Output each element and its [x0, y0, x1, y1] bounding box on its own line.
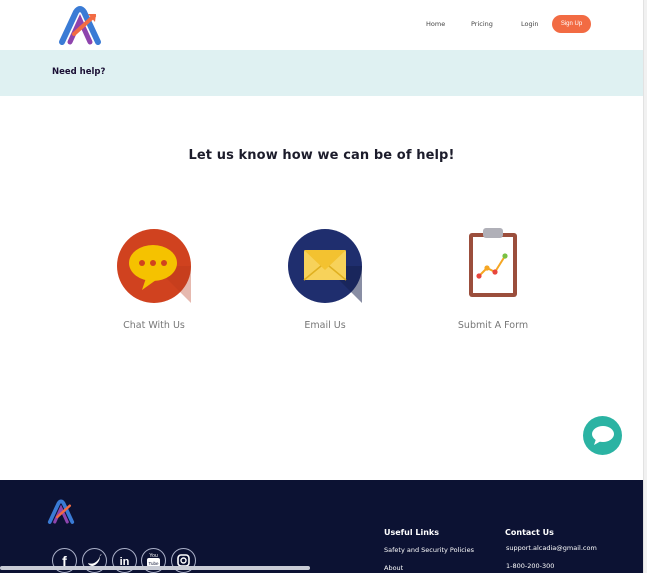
email-us-option[interactable]: Email Us — [255, 228, 395, 331]
nav-pricing-link[interactable]: Pricing — [471, 15, 493, 33]
chat-with-us-label: Chat With Us — [123, 320, 185, 331]
chat-icon — [592, 426, 614, 445]
brand-logo[interactable] — [56, 4, 104, 48]
chat-launcher-button[interactable] — [583, 416, 622, 455]
top-header: Home Pricing Login Sign Up — [0, 0, 643, 50]
contact-email[interactable]: support.alcadia@gmail.com — [506, 544, 597, 552]
svg-text:You: You — [149, 553, 158, 559]
submit-form-option[interactable]: Submit A Form — [423, 228, 563, 331]
help-banner-title: Need help? — [52, 67, 106, 77]
site-footer: f in You Tube Useful Links Safety and Sec… — [0, 480, 643, 573]
chat-bubble-icon — [117, 229, 191, 303]
page: Home Pricing Login Sign Up Need help? Le… — [0, 0, 643, 573]
useful-links-heading: Useful Links — [384, 528, 440, 537]
vertical-scrollbar[interactable] — [643, 0, 647, 573]
submit-form-label: Submit A Form — [457, 320, 529, 331]
signup-button[interactable]: Sign Up — [552, 15, 591, 33]
horizontal-scrollbar[interactable] — [0, 566, 310, 570]
nav-home-link[interactable]: Home — [426, 15, 445, 33]
contact-phone[interactable]: 1-800-200-300 — [506, 562, 554, 570]
safety-policies-link[interactable]: Safety and Security Policies — [384, 546, 474, 554]
envelope-icon — [288, 229, 362, 303]
clipboard-icon — [469, 228, 517, 297]
about-link[interactable]: About — [384, 564, 403, 572]
page-headline: Let us know how we can be of help! — [188, 148, 455, 163]
nav-login-link[interactable]: Login — [521, 15, 539, 33]
help-banner: Need help? — [0, 50, 643, 96]
footer-brand-logo[interactable] — [46, 498, 76, 526]
contact-us-heading: Contact Us — [505, 528, 554, 537]
chat-with-us-option[interactable]: Chat With Us — [84, 228, 224, 331]
email-us-label: Email Us — [304, 320, 346, 331]
